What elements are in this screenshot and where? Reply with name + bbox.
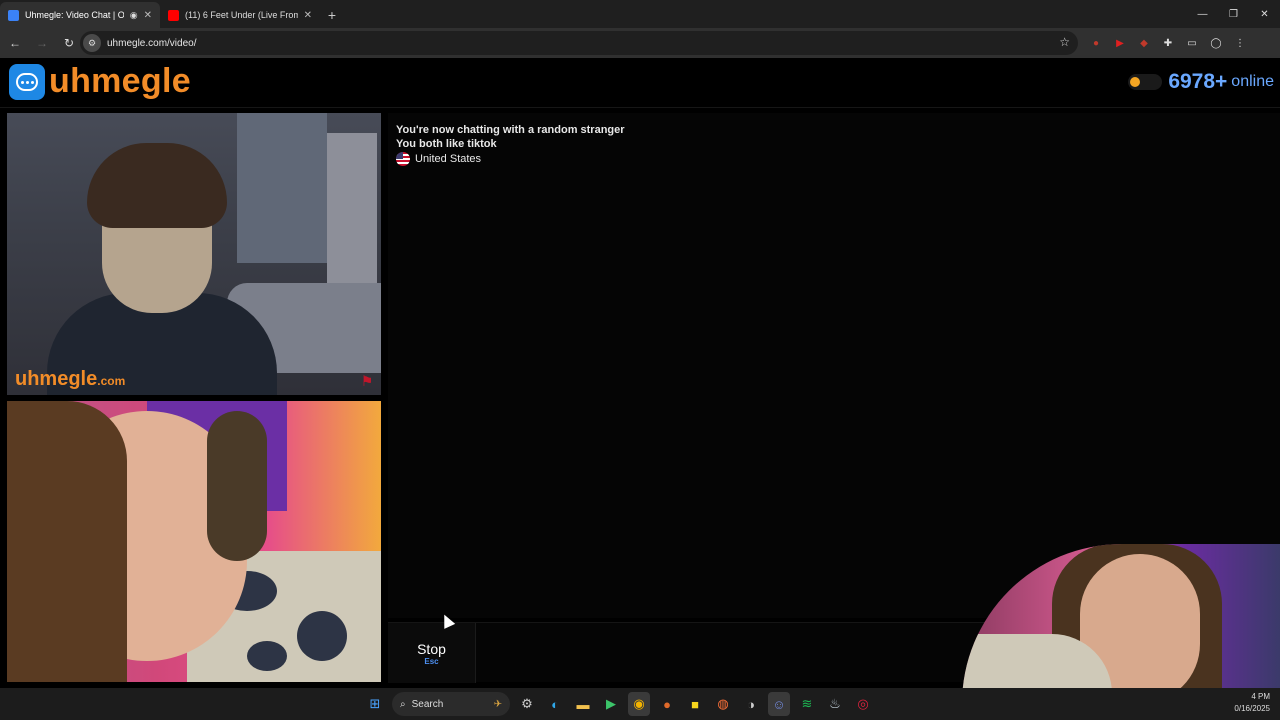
- extension-youtube-icon[interactable]: ▶: [1112, 35, 1128, 51]
- extension-shield-icon[interactable]: ◆: [1136, 35, 1152, 51]
- site-info-icon[interactable]: ⚙: [83, 34, 101, 52]
- window-controls: — ❐ ✕: [1187, 0, 1280, 28]
- menu-dots-icon[interactable]: ⋮: [1232, 35, 1248, 51]
- person-shape: [207, 411, 267, 561]
- tab-youtube[interactable]: (11) 6 Feet Under (Live From M ✕: [160, 2, 320, 28]
- address-bar[interactable]: ⚙ uhmegle.com/video/ ☆: [80, 31, 1078, 55]
- new-tab-button[interactable]: +: [320, 2, 344, 28]
- country-name: United States: [415, 153, 482, 165]
- profile-icon[interactable]: ◯: [1208, 35, 1224, 51]
- stop-label: Stop: [417, 640, 446, 657]
- forward-arrow-icon[interactable]: →: [30, 31, 54, 55]
- stop-button[interactable]: Stop Esc: [388, 623, 476, 683]
- app-red-icon[interactable]: ◎: [852, 692, 874, 716]
- cast-icon[interactable]: ▭: [1184, 35, 1200, 51]
- self-video: [7, 401, 381, 682]
- watermark-text: uhmegle: [15, 368, 98, 390]
- app-dark-icon[interactable]: ◑: [740, 692, 762, 716]
- stranger-country: United States: [396, 152, 481, 166]
- theme-toggle[interactable]: [1128, 74, 1163, 90]
- sun-icon: [1130, 77, 1141, 87]
- browser-tab-bar: Uhmegle: Video Chat | Ome ◉ ✕ (11) 6 Fee…: [0, 0, 1280, 28]
- chat-bubble-logo-icon[interactable]: [9, 64, 45, 100]
- app-orange-icon[interactable]: ●: [656, 692, 678, 716]
- back-arrow-icon[interactable]: ←: [3, 31, 27, 55]
- site-header: uhmegle 6978+ online: [0, 58, 1280, 108]
- steam-icon[interactable]: ♨: [824, 692, 846, 716]
- sticky-notes-icon[interactable]: ■: [684, 692, 706, 716]
- extensions-area: ● ▶ ◆ ✚ ▭ ◯ ⋮: [1088, 28, 1248, 58]
- us-flag-icon: [396, 152, 410, 166]
- close-window-icon[interactable]: ✕: [1249, 0, 1280, 28]
- person-shape: [7, 401, 127, 682]
- windows-start-icon[interactable]: ⊞: [364, 692, 386, 716]
- search-highlight-icon: ✈: [493, 698, 502, 710]
- taskbar-apps: ⊞ ⌕ Search ✈ ⚙ ◐ ▬ ▶ ◉ ● ■ ◍ ◑ ☺ ≋ ♨ ◎: [364, 692, 874, 716]
- stop-shortcut: Esc: [424, 656, 439, 666]
- recording-icon: ◉: [129, 9, 138, 20]
- file-explorer-icon[interactable]: ▬: [572, 692, 594, 716]
- report-flag-icon[interactable]: ⚑: [359, 373, 375, 389]
- uhmegle-favicon-icon: [8, 9, 19, 21]
- taskbar: ⊞ ⌕ Search ✈ ⚙ ◐ ▬ ▶ ◉ ● ■ ◍ ◑ ☺ ≋ ♨ ◎ 4…: [0, 688, 1280, 720]
- settings-icon[interactable]: ⚙: [516, 692, 538, 716]
- tab-uhmegle[interactable]: Uhmegle: Video Chat | Ome ◉ ✕: [0, 2, 160, 28]
- youtube-favicon-icon: [168, 9, 179, 21]
- spotify-icon[interactable]: ≋: [796, 692, 818, 716]
- chat-status-message: You both like tiktok: [396, 138, 497, 150]
- clock-time: 4 PM: [1251, 692, 1270, 701]
- person-shape: [87, 143, 227, 228]
- watermark-suffix: .com: [97, 374, 126, 388]
- taskbar-clock[interactable]: 4 PM 0/16/2025: [1234, 691, 1270, 715]
- chat-log: You're now chatting with a random strang…: [388, 113, 1280, 618]
- edge-browser-icon[interactable]: ◐: [544, 692, 566, 716]
- url-text[interactable]: uhmegle.com/video/: [107, 38, 197, 49]
- online-count: 6978+: [1168, 70, 1228, 93]
- extensions-puzzle-icon[interactable]: ✚: [1160, 35, 1176, 51]
- chrome-icon[interactable]: ◉: [628, 692, 650, 716]
- tab-title: (11) 6 Feet Under (Live From M: [185, 10, 298, 20]
- search-label: Search: [411, 698, 444, 710]
- online-indicator: 6978+ online: [1128, 70, 1274, 94]
- close-tab-icon[interactable]: ✕: [144, 10, 152, 21]
- close-tab-icon[interactable]: ✕: [304, 10, 312, 21]
- extension-red-icon[interactable]: ●: [1088, 35, 1104, 51]
- clock-date: 0/16/2025: [1234, 704, 1270, 713]
- bookmark-star-icon[interactable]: ☆: [1059, 35, 1070, 49]
- tab-title: Uhmegle: Video Chat | Ome: [25, 10, 124, 20]
- reload-icon[interactable]: ↻: [57, 31, 81, 55]
- minimize-icon[interactable]: —: [1187, 0, 1218, 28]
- search-icon: ⌕: [400, 698, 406, 710]
- media-player-icon[interactable]: ▶: [600, 692, 622, 716]
- video-background: [237, 113, 327, 263]
- restore-icon[interactable]: ❐: [1218, 0, 1249, 28]
- site-logo-text[interactable]: uhmegle: [49, 62, 191, 101]
- taskbar-search[interactable]: ⌕ Search ✈: [392, 692, 510, 716]
- firefox-icon[interactable]: ◍: [712, 692, 734, 716]
- stranger-video: uhmegle.com ⚑: [7, 113, 381, 395]
- chat-message-input[interactable]: [480, 627, 960, 679]
- online-label: online: [1231, 73, 1274, 90]
- chat-status-message: You're now chatting with a random strang…: [396, 124, 625, 136]
- video-watermark: uhmegle.com: [15, 368, 125, 391]
- discord-icon[interactable]: ☺: [768, 692, 790, 716]
